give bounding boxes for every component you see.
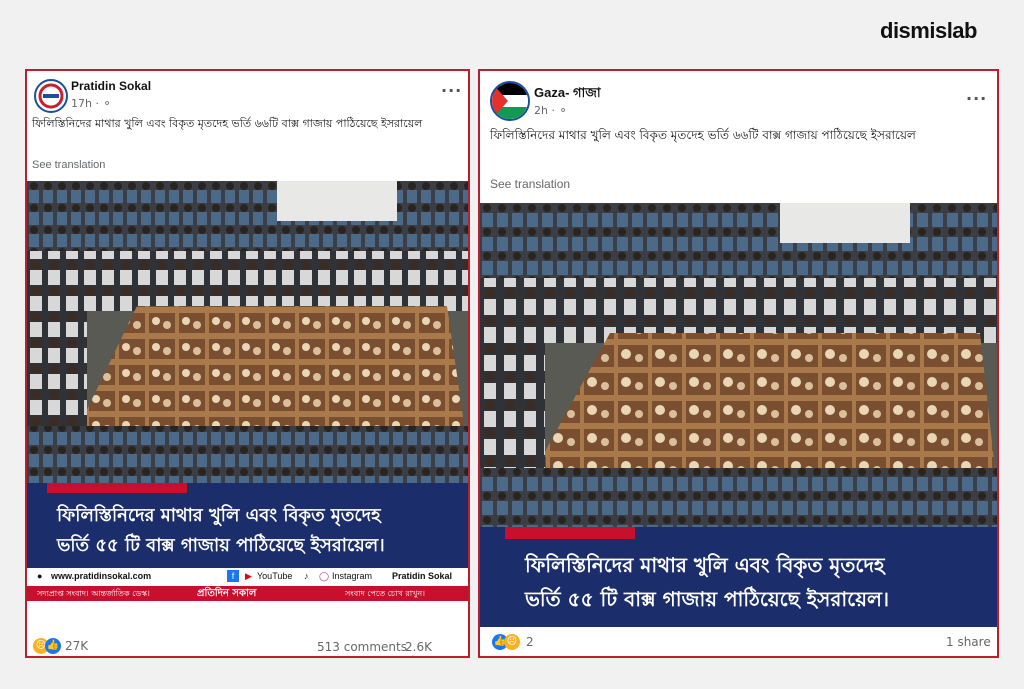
dismislab-watermark: dismislab xyxy=(880,18,977,43)
more-options-icon[interactable]: ··· xyxy=(966,89,987,108)
ticker-left: সদ্যপ্রাপ্ত সংবাদ। আন্তর্জাতিক ডেস্ক। xyxy=(37,589,150,598)
see-translation-link[interactable]: See translation xyxy=(490,177,570,191)
globe-icon: ⚬ xyxy=(558,104,568,117)
news-banner: ফিলিস্তিনিদের মাথার খুলি এবং বিকৃত মৃতদে… xyxy=(480,527,997,627)
website-label: www.pratidinsokal.com xyxy=(51,571,152,581)
banner-red-tab xyxy=(47,483,187,493)
post-photo[interactable] xyxy=(27,181,468,483)
right-post-card: Gaza- গাজা 2h · ⚬ ··· ফিলিস্তিনিদের মাথা… xyxy=(478,69,999,658)
left-post-card: Pratidin Sokal 17h · ⚬ ··· ফিলিস্তিনিদের… xyxy=(25,69,470,658)
banner-headline-line2: ভর্তি ৫৫ টি বাক্স গাজায় পাঠিয়েছে ইসরায… xyxy=(525,587,890,611)
shares-count[interactable]: 2.6K shares xyxy=(405,640,468,656)
time-label: 17h xyxy=(71,97,92,110)
banner-headline-line1: ফিলিস্তিনিদের মাথার খুলি এবং বিকৃত মৃতদে… xyxy=(57,505,381,526)
post-text: ফিলিস্তিনিদের মাথার খুলি এবং বিকৃত মৃতদে… xyxy=(490,128,916,142)
banner-red-tab xyxy=(505,527,635,539)
page-name[interactable]: Gaza- গাজা xyxy=(534,84,601,105)
globe-icon: ⚬ xyxy=(102,97,112,110)
banner-headline-line1: ফিলিস্তিনিদের মাথার খুলি এবং বিকৃত মৃতদে… xyxy=(525,553,885,577)
comments-count[interactable]: 513 comments xyxy=(317,640,407,654)
ticker-right: সংবাদ পেতে চোখ রাখুন। xyxy=(345,589,425,598)
like-reaction-icon: 👍 xyxy=(45,638,61,654)
sad-reaction-icon: ☹ xyxy=(504,634,520,650)
shares-count[interactable]: 1 share xyxy=(946,635,991,649)
post-text: ফিলিস্তিনিদের মাথার খুলি এবং বিকৃত মৃতদে… xyxy=(32,117,423,130)
post-photo[interactable] xyxy=(480,203,997,527)
post-time[interactable]: 17h · ⚬ xyxy=(71,97,112,110)
crowd-boxes-image xyxy=(27,181,468,483)
instagram-icon: ◯ xyxy=(319,571,330,581)
reaction-summary[interactable]: 👍 ☹ 2 xyxy=(492,634,534,650)
globe-icon: ● xyxy=(37,571,43,581)
more-options-icon[interactable]: ··· xyxy=(441,81,462,100)
crowd-boxes-image xyxy=(480,203,997,527)
post-time[interactable]: 2h · ⚬ xyxy=(534,104,568,117)
facebook-icon: f xyxy=(227,570,239,582)
gaza-page-avatar[interactable] xyxy=(490,81,530,121)
time-label: 2h xyxy=(534,104,548,117)
pratidin-sokal-avatar[interactable] xyxy=(34,79,68,113)
reaction-summary[interactable]: ☹ 👍 27K xyxy=(33,638,88,654)
reaction-count: 27K xyxy=(65,639,89,653)
page-name[interactable]: Pratidin Sokal xyxy=(71,79,151,93)
banner-headline-line2: ভর্তি ৫৫ টি বাক্স গাজায় পাঠিয়েছে ইসরায… xyxy=(57,535,385,556)
youtube-icon: ▶ xyxy=(245,571,252,581)
reaction-count: 2 xyxy=(526,635,534,649)
brand-label: Pratidin Sokal xyxy=(392,571,453,581)
banner-social-strip: ● www.pratidinsokal.com f ▶ YouTube ♪ ◯ … xyxy=(27,568,468,586)
youtube-label: YouTube xyxy=(257,571,293,581)
tiktok-icon: ♪ xyxy=(304,571,309,581)
banner-ticker: সদ্যপ্রাপ্ত সংবাদ। আন্তর্জাতিক ডেস্ক। প্… xyxy=(27,586,468,601)
news-banner: ফিলিস্তিনিদের মাথার খুলি এবং বিকৃত মৃতদে… xyxy=(27,483,468,601)
instagram-label: Instagram xyxy=(332,571,373,581)
see-translation-link[interactable]: See translation xyxy=(32,159,105,171)
ticker-center: প্রতিদিন সকাল xyxy=(197,588,257,599)
